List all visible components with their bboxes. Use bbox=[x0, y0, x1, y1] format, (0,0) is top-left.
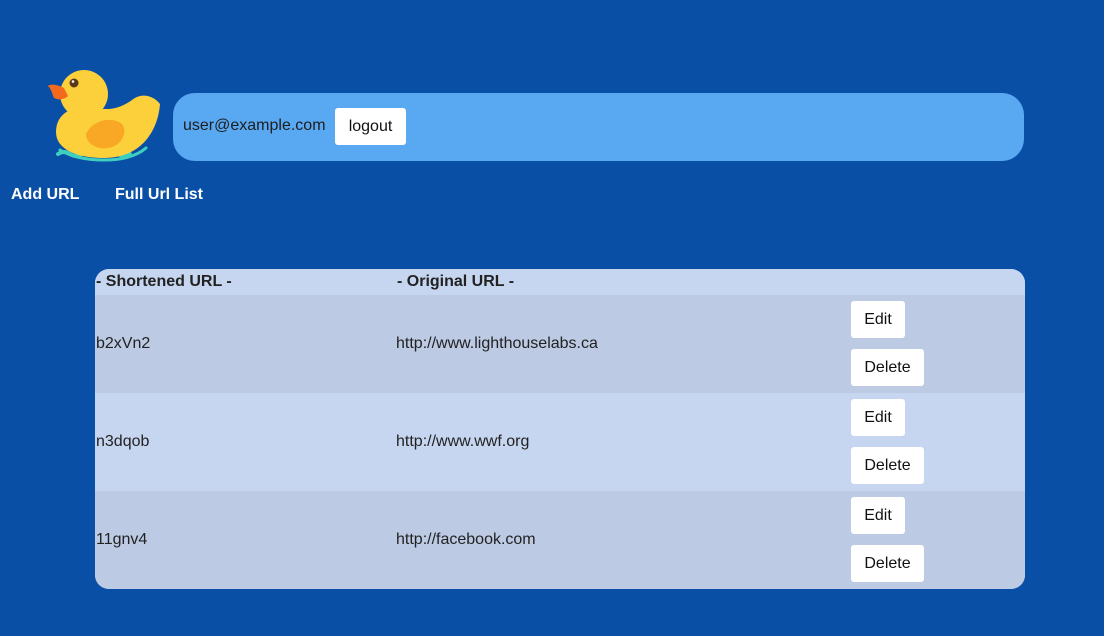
column-header-original-url: - Original URL - bbox=[397, 273, 515, 290]
short-url-cell: 11gnv4 bbox=[96, 531, 148, 548]
original-url-cell: http://facebook.com bbox=[396, 531, 536, 548]
edit-button[interactable]: Edit bbox=[851, 399, 905, 436]
nav-add-url-link[interactable]: Add URL bbox=[11, 186, 79, 204]
delete-button[interactable]: Delete bbox=[851, 545, 924, 582]
user-bar: user@example.com logout bbox=[173, 93, 1024, 161]
table-row: b2xVn2 http://www.lighthouselabs.ca Edit… bbox=[95, 295, 1025, 393]
original-url-cell: http://www.wwf.org bbox=[396, 433, 530, 450]
edit-button[interactable]: Edit bbox=[851, 301, 905, 338]
user-email: user@example.com bbox=[183, 117, 326, 134]
logout-button[interactable]: logout bbox=[335, 108, 406, 145]
column-header-shortened-url: - Shortened URL - bbox=[96, 273, 232, 290]
rubber-duck-icon bbox=[48, 70, 160, 162]
delete-button[interactable]: Delete bbox=[851, 349, 924, 386]
table-row: n3dqob http://www.wwf.org Edit Delete bbox=[95, 393, 1025, 491]
short-url-cell: b2xVn2 bbox=[96, 335, 151, 352]
short-url-cell: n3dqob bbox=[96, 433, 150, 450]
original-url-cell: http://www.lighthouselabs.ca bbox=[396, 335, 598, 352]
nav-full-url-list-link[interactable]: Full Url List bbox=[115, 186, 203, 204]
delete-button[interactable]: Delete bbox=[851, 447, 924, 484]
edit-button[interactable]: Edit bbox=[851, 497, 905, 534]
table-header: - Shortened URL - - Original URL - bbox=[95, 269, 1025, 295]
url-table: - Shortened URL - - Original URL - b2xVn… bbox=[95, 269, 1025, 589]
table-row: 11gnv4 http://facebook.com Edit Delete bbox=[95, 491, 1025, 589]
